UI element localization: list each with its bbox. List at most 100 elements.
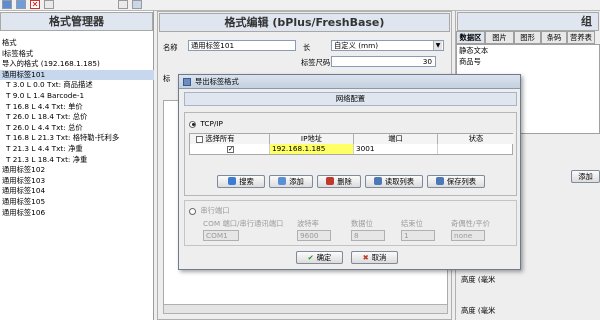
length-select-value: 自定义 (mm): [334, 41, 379, 50]
add-button[interactable]: 添加: [269, 175, 313, 188]
search-label: 搜索: [239, 177, 254, 186]
tcpip-group: TCP/IP 选择所有 IP地址 端口 状态 192.168.1.185 300…: [184, 112, 517, 196]
dialog-title: 导出标签格式: [195, 77, 239, 86]
search-icon: [228, 177, 237, 185]
read-list-icon: [373, 177, 382, 185]
list-item[interactable]: 静态文本: [457, 45, 599, 57]
delete-icon[interactable]: ✕: [30, 0, 40, 9]
serial-field-label: 奇偶性/平价: [451, 219, 490, 228]
serial-label: 串行端口: [200, 206, 230, 215]
export-dialog: 导出标签格式 网络配置 TCP/IP 选择所有 IP地址 端口 状态 192.1…: [178, 74, 521, 270]
device-table: 选择所有 IP地址 端口 状态 192.168.1.185 3001: [189, 133, 514, 155]
tree-item[interactable]: T 21.3 L 4.4 Txt: 净重: [0, 144, 154, 155]
tree-item[interactable]: T 3.0 L 0.0 Txt: 商品描述: [0, 80, 154, 91]
tree-item[interactable]: 通用标签102: [0, 165, 154, 176]
tree-item[interactable]: T 16.8 L 21.3 Txt: 格特勒-托利多: [0, 133, 154, 144]
tab-5[interactable]: 营养表: [567, 31, 595, 44]
height-label: 高度 (毫米: [461, 306, 496, 315]
tcpip-label: TCP/IP: [200, 119, 223, 128]
save-list-button[interactable]: 保存列表: [427, 175, 485, 188]
check-icon: ✔: [307, 253, 314, 262]
save-icon[interactable]: [16, 0, 26, 9]
tree-item[interactable]: 通用标签101: [0, 69, 154, 81]
tree-item[interactable]: T 26.0 L 4.4 Txt: 总价: [0, 123, 154, 134]
select-all-label: 选择所有: [205, 134, 235, 143]
tree-item[interactable]: 通用标签105: [0, 197, 154, 208]
serial-option[interactable]: 串行端口: [189, 206, 230, 216]
ok-label: 确定: [316, 253, 332, 262]
size-label: 标签尺码: [301, 58, 331, 67]
tree-item[interactable]: 通用标签103: [0, 176, 154, 187]
dialog-titlebar[interactable]: 导出标签格式: [179, 75, 520, 89]
serial-field-label: COM 端口/串行通讯端口: [203, 219, 284, 228]
tree-item[interactable]: l标签格式: [0, 49, 154, 60]
tab-1[interactable]: 数据区: [456, 31, 485, 44]
select-all-checkbox[interactable]: [196, 135, 203, 143]
tcpip-option[interactable]: TCP/IP: [189, 119, 223, 128]
read-list-label: 读取列表: [384, 177, 415, 186]
std-label: 标: [163, 74, 171, 83]
column-status: 状态: [438, 134, 514, 144]
serial-field-select[interactable]: COM1: [203, 230, 239, 241]
port-cell[interactable]: 3001: [354, 144, 438, 154]
serial-group: 串行端口 COM 端口/串行通讯端口 COM1 波特率 9600 数据位 8 结束位 1 奇偶性…: [184, 200, 517, 246]
add-icon: [278, 177, 287, 185]
format-manager-title: 格式管理器: [0, 12, 153, 31]
delete-label: 删除: [337, 177, 352, 186]
tree-item[interactable]: 导入的格式 (192.168.1.185): [0, 59, 154, 70]
length-label: 长: [303, 43, 311, 52]
status-cell: [438, 144, 514, 154]
open-icon[interactable]: [2, 0, 12, 9]
search-button[interactable]: 搜索: [217, 175, 265, 188]
section-title: 网络配置: [184, 92, 517, 106]
save-list-icon: [435, 177, 444, 185]
horizontal-scrollbar[interactable]: [163, 304, 448, 314]
ok-button[interactable]: ✔ 确定: [296, 251, 343, 264]
serial-field-select[interactable]: none: [451, 230, 485, 241]
tree-item[interactable]: 通用标签106: [0, 208, 154, 219]
tree-item[interactable]: T 9.0 L 1.4 Barcode-1: [0, 91, 154, 102]
tree-item[interactable]: T 21.3 L 18.4 Txt: 净重: [0, 155, 154, 166]
serial-field-select[interactable]: 1: [401, 230, 435, 241]
format-editor-title: 格式编辑 (bPlus/FreshBase): [159, 13, 450, 32]
tab-4[interactable]: 条码: [541, 31, 567, 44]
serial-field-select[interactable]: 8: [351, 230, 385, 241]
tree-item[interactable]: 通用标签104: [0, 186, 154, 197]
tree-item[interactable]: T 26.0 L 18.4 Txt: 总价: [0, 112, 154, 123]
column-port: 端口: [354, 134, 438, 144]
save-list-label: 保存列表: [446, 177, 477, 186]
tab-3[interactable]: 图形: [514, 31, 541, 44]
import-icon[interactable]: [132, 0, 142, 9]
format-tree[interactable]: 格式 l标签格式 导入的格式 (192.168.1.185) 通用标签101 T 3.0…: [0, 38, 154, 218]
add-item-button[interactable]: 添加: [571, 170, 600, 183]
serial-field-label: 数据位: [351, 219, 373, 228]
chevron-down-icon[interactable]: ▼: [433, 41, 442, 50]
toolbar: ✕: [0, 0, 600, 11]
tcpip-radio[interactable]: [189, 120, 196, 128]
read-list-button[interactable]: 读取列表: [365, 175, 423, 188]
table-row[interactable]: 192.168.1.185 3001: [190, 144, 512, 154]
serial-field-label: 结束位: [401, 219, 423, 228]
export-icon[interactable]: [118, 0, 128, 9]
copy-icon[interactable]: [44, 0, 54, 9]
group-panel-title: 组: [457, 12, 599, 31]
list-item[interactable]: 商品号: [457, 57, 599, 67]
cancel-button[interactable]: ✖ 取消: [351, 251, 398, 264]
tab-2[interactable]: 图片: [485, 31, 514, 44]
delete-icon: [326, 177, 335, 185]
length-select[interactable]: 自定义 (mm) ▼: [331, 40, 444, 51]
app-icon: [183, 78, 191, 86]
tree-item[interactable]: 格式: [0, 38, 154, 49]
serial-field-label: 波特率: [297, 219, 319, 228]
row-checkbox[interactable]: [227, 144, 234, 154]
ip-cell[interactable]: 192.168.1.185: [270, 144, 354, 154]
size-input[interactable]: 30: [331, 56, 436, 67]
cancel-label: 取消: [371, 253, 387, 262]
name-input[interactable]: 通用标签101: [188, 40, 296, 51]
serial-field-select[interactable]: 9600: [297, 230, 331, 241]
column-select-all[interactable]: 选择所有: [190, 134, 270, 144]
row-checkbox-cell[interactable]: [190, 144, 270, 154]
delete-button[interactable]: 删除: [317, 175, 361, 188]
serial-radio[interactable]: [189, 207, 196, 215]
tree-item[interactable]: T 16.8 L 4.4 Txt: 单价: [0, 102, 154, 113]
